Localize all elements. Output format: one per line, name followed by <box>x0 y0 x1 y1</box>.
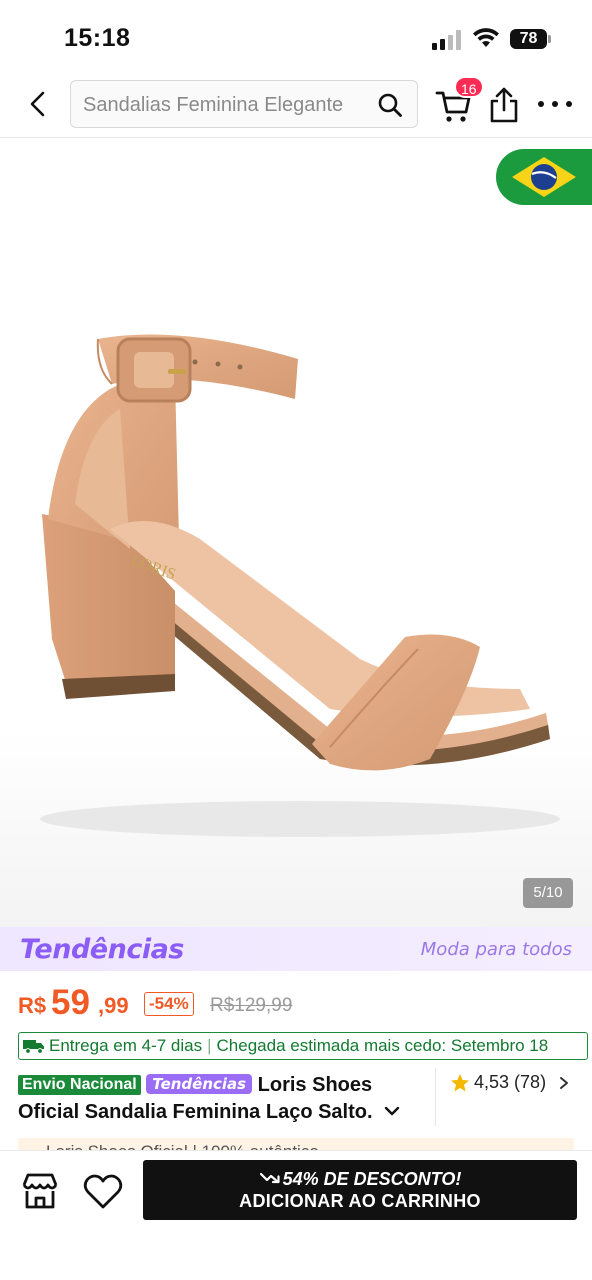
cta-promo-text: 54% DE DESCONTO! <box>282 1169 462 1189</box>
product-title[interactable]: Envio Nacional Tendências Loris Shoes Of… <box>18 1074 438 1130</box>
trend-banner[interactable]: Tendências Moda para todos <box>0 927 592 971</box>
product-title-line2: Oficial Sandalia Feminina Laço Salto. <box>18 1101 373 1123</box>
search-input[interactable]: Sandalias Feminina Elegante <box>70 80 418 128</box>
store-icon[interactable] <box>20 1171 60 1211</box>
price-currency: R$ <box>18 993 47 1018</box>
sandal-photo: LORIS <box>40 334 560 837</box>
status-time: 15:18 <box>64 24 131 52</box>
trend-arrow-icon <box>259 1172 280 1184</box>
truck-icon <box>23 1040 44 1054</box>
price-integer: 59 <box>51 983 90 1022</box>
delivery-window: Entrega em 4-7 dias <box>49 1036 203 1055</box>
back-icon <box>30 91 45 117</box>
search-query: Sandalias Feminina Elegante <box>83 94 344 116</box>
wifi-icon <box>473 28 499 47</box>
price-decimal: ,99 <box>98 993 129 1018</box>
rating-divider <box>435 1068 436 1126</box>
cta-label: ADICIONAR AO CARRINHO <box>239 1191 481 1211</box>
delivery-estimate: Chegada estimada mais cedo: Setembro 18 <box>216 1036 549 1055</box>
chevron-down-icon[interactable] <box>384 1105 400 1117</box>
original-price: R$129,99 <box>210 995 293 1016</box>
add-to-cart-button[interactable]: 54% DE DESCONTO! ADICIONAR AO CARRINHO <box>143 1160 577 1220</box>
back-button[interactable] <box>20 86 54 122</box>
rating-count: (78) <box>514 1072 547 1092</box>
rating[interactable]: 4,53 (78) <box>450 1072 570 1093</box>
price-row: R$ 59 ,99 -54% R$129,99 <box>18 983 578 1025</box>
product-image[interactable]: LORIS 5/10 <box>0 139 592 927</box>
brazil-flag-icon <box>496 149 592 205</box>
chevron-right-icon <box>560 1076 569 1089</box>
battery-level: 78 <box>510 29 547 49</box>
trend-logo: Tendências <box>20 934 184 965</box>
heart-icon[interactable] <box>82 1171 124 1211</box>
trend-tag: Tendências <box>146 1074 253 1094</box>
discount-badge: -54% <box>144 992 194 1016</box>
search-icon[interactable] <box>377 92 403 118</box>
more-icon[interactable] <box>538 92 572 116</box>
rating-score: 4,53 <box>474 1072 510 1092</box>
top-nav: Sandalias Feminina Elegante 16 <box>0 72 592 138</box>
bottom-action-bar: 54% DE DESCONTO! ADICIONAR AO CARRINHO <box>0 1150 592 1280</box>
cellular-signal-icon <box>432 30 461 50</box>
cart-count-badge: 16 <box>454 76 484 98</box>
image-counter: 5/10 <box>523 878 573 908</box>
national-shipping-tag: Envio Nacional <box>18 1075 141 1095</box>
star-icon <box>451 1073 469 1091</box>
status-bar: 15:18 78 <box>0 0 592 72</box>
battery-icon: 78 <box>510 29 552 49</box>
product-page: 15:18 78 Sandalias Feminina Elegante 16 … <box>0 0 592 1280</box>
product-title-line1: Loris Shoes <box>257 1074 373 1096</box>
delivery-info[interactable]: Entrega em 4-7 dias | Chegada estimada m… <box>18 1032 588 1060</box>
trend-slogan: Moda para todos <box>420 939 572 960</box>
delivery-separator: | <box>207 1036 212 1055</box>
share-icon[interactable] <box>488 86 520 124</box>
